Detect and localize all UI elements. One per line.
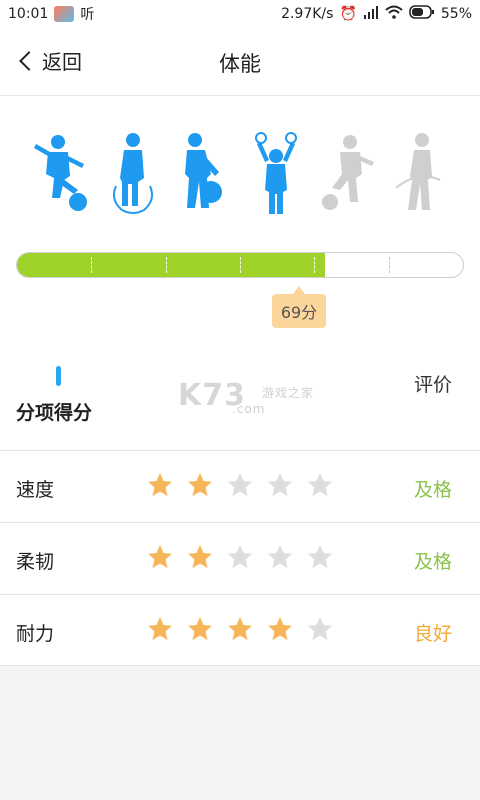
page-title: 体能 [219,52,261,76]
star-filled-icon [188,473,212,496]
battery-percent: 55% [440,6,472,22]
progress-tick [314,257,316,273]
star-filled-icon [148,617,172,640]
nav-bar: 返回 体能 [0,28,480,96]
star-filled-icon [268,617,292,640]
empty-area [0,668,480,800]
jump-rope-figure-svg [112,133,153,214]
score-row-name: 柔韧 [16,551,55,573]
status-bar: 10:01 听 2.97K/s ⏰ 55% [0,0,480,28]
soccer-figure-icon [316,130,378,216]
wifi-icon [385,5,403,23]
score-row: 柔韧 及格 [0,522,480,594]
progress-tick [165,257,167,273]
score-row-name: 速度 [16,479,55,501]
rings-figure-svg [254,132,297,214]
score-row-name: 耐力 [16,623,55,645]
app-icon [54,6,75,22]
score-progress-bar [16,252,464,278]
star-empty-icon [308,545,332,568]
star-filled-icon [188,545,212,568]
score-row-grade: 及格 [413,479,452,501]
score-row: 速度 及格 [0,450,480,522]
star-empty-icon [308,617,332,640]
figure-row [30,130,450,216]
ball-bounce-figure-icon [173,130,235,216]
star-empty-icon [308,473,332,496]
hula-figure-icon [388,130,450,216]
star-empty-icon [228,473,252,496]
score-row: 耐力 良好 [0,594,480,666]
section-title: 分项得分 [16,402,93,424]
score-row-grade: 良好 [413,623,452,645]
alarm-icon: ⏰ [339,6,357,22]
progress-tick [388,257,390,273]
watermark-domain: .com [232,402,266,416]
star-filled-icon [148,473,172,496]
signal-icon [363,5,379,23]
progress-tick [91,257,93,273]
kick-ball-figure-svg [34,135,87,211]
jump-rope-figure-icon [102,130,164,216]
score-list: 速度 及格 柔韧 及格 耐力 良好 [0,450,480,666]
battery-icon [409,5,435,23]
ball-bounce-figure-svg [185,133,223,208]
star-rating [146,543,334,571]
star-filled-icon [148,545,172,568]
hula-figure-svg [395,133,441,210]
listen-label: 听 [80,7,95,23]
kick-ball-figure-icon [30,130,92,216]
watermark-logo: K73 游戏之家 .com [178,378,313,416]
star-empty-icon [268,545,292,568]
star-rating [146,615,334,643]
star-empty-icon [228,545,252,568]
watermark-sub: 游戏之家 [262,386,315,400]
evaluation-header: 评价 [413,374,452,396]
soccer-figure-svg [322,135,375,210]
score-row-grade: 及格 [413,551,452,573]
network-speed: 2.97K/s [281,6,334,22]
star-rating [146,471,334,499]
score-bubble: 69分 [272,286,326,328]
rings-figure-icon [245,130,307,216]
star-filled-icon [228,617,252,640]
progress-tick [240,257,241,273]
star-filled-icon [188,617,212,640]
score-progress-fill [17,253,325,277]
star-empty-icon [268,473,292,496]
section-indicator [56,366,61,386]
status-time: 10:01 [8,6,49,22]
